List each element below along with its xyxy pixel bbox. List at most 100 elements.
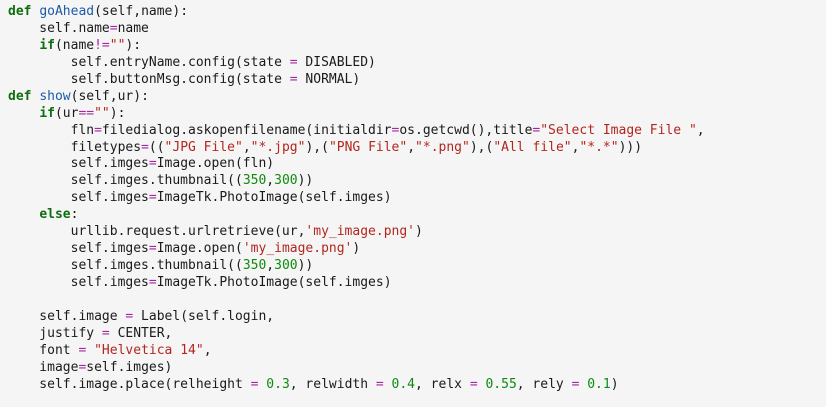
operator-token: =: [148, 241, 157, 257]
code-token: justify: [8, 325, 102, 341]
code-token: ),(: [305, 139, 329, 155]
code-editor[interactable]: def goAhead(self,name): self.name=name i…: [0, 0, 826, 407]
code-line: self.name=name: [8, 21, 826, 38]
code-token: ):: [125, 37, 142, 53]
blank-code-line: [8, 292, 826, 309]
keyword-token: else: [39, 207, 71, 223]
code-token: (self,name):: [94, 4, 189, 19]
code-token: urllib.request.urlretrieve(ur,: [8, 224, 306, 240]
code-token: ): [415, 224, 423, 240]
code-token: self.imges: [8, 241, 149, 257]
operator-token: =: [469, 376, 478, 392]
code-line: self.imges=Image.open('my_image.png'): [8, 241, 826, 258]
operator-token: =: [289, 54, 298, 70]
number-token: 0.3: [266, 376, 290, 392]
operator-token: =: [148, 190, 157, 206]
code-token: :: [70, 207, 79, 223]
operator-token: =: [141, 139, 149, 155]
string-token: "*.png": [415, 139, 470, 155]
code-token: font: [8, 342, 79, 358]
operator-token: ==: [78, 105, 95, 121]
code-token: NORMAL): [297, 71, 361, 87]
number-token: 0.1: [587, 376, 611, 392]
operator-token: =: [148, 275, 157, 290]
function-name-token: show: [39, 88, 71, 104]
keyword-token: if: [39, 37, 55, 53]
code-line: self.buttonMsg.config(state = NORMAL): [8, 72, 826, 89]
code-token: self.image: [8, 308, 126, 324]
code-line: self.imges=ImageTk.PhotoImage(self.imges…: [8, 190, 826, 207]
code-line: if(name!=""):: [8, 38, 826, 55]
code-token: )): [297, 173, 314, 189]
function-name-token: goAhead: [39, 4, 95, 19]
code-token: ),(: [469, 139, 494, 155]
number-token: 0.55: [485, 376, 517, 392]
code-token: self.imges: [8, 275, 149, 290]
string-token: 'my_image.png': [242, 241, 353, 257]
string-token: "All file": [493, 139, 572, 155]
code-token: self.imges: [8, 190, 149, 206]
code-token: DISABLED): [297, 54, 376, 70]
code-token: ): [352, 241, 361, 257]
string-token: "JPG File": [164, 139, 243, 155]
code-line: def goAhead(self,name):: [8, 4, 826, 21]
code-line: self.imges.thumbnail((350,300)): [8, 173, 826, 190]
code-token: self.entryName.config(state: [8, 54, 290, 70]
code-token: self.name: [8, 20, 110, 36]
code-token: , relwidth: [289, 376, 376, 392]
code-line: font = "Helvetica 14",: [8, 343, 826, 360]
code-token: self.imges): [86, 359, 173, 375]
keyword-token: def: [8, 4, 32, 19]
code-token: ImageTk.PhotoImage(self.imges): [156, 190, 392, 206]
code-line: fln=filedialog.askopenfilename(initialdi…: [8, 123, 826, 140]
keyword-token: if: [39, 105, 55, 121]
number-token: 300: [274, 173, 298, 189]
code-token: ,: [407, 139, 416, 155]
code-token: Image.open(: [156, 241, 243, 257]
code-token: self.imges: [8, 156, 149, 172]
code-token: ImageTk.PhotoImage(self.imges): [156, 275, 392, 290]
code-token: ))): [618, 139, 643, 155]
code-line: self.imges=Image.open(fln): [8, 156, 826, 173]
code-line: self.image = Label(self.login,: [8, 309, 826, 326]
code-token: ((: [148, 139, 165, 155]
code-token: , relx: [415, 376, 470, 392]
code-token: ): [610, 376, 619, 392]
code-token: (name: [54, 37, 95, 53]
code-token: Image.open(fln): [156, 156, 275, 172]
code-token: Label(self.login,: [133, 308, 275, 324]
code-token: self.imges.thumbnail((: [8, 258, 243, 274]
code-token: ):: [109, 105, 126, 121]
string-token: "*.jpg": [250, 139, 306, 155]
string-token: 'my_image.png': [305, 224, 415, 240]
code-token: ,: [266, 173, 275, 189]
number-token: 350: [242, 173, 267, 189]
string-token: "PNG File": [328, 139, 408, 155]
code-token: self.buttonMsg.config(state: [8, 71, 290, 87]
operator-token: =: [94, 122, 102, 138]
operator-token: =: [375, 376, 384, 392]
code-line: filetypes=(("JPG File","*.jpg"),("PNG Fi…: [8, 140, 826, 157]
code-token: name: [117, 20, 149, 36]
keyword-token: def: [8, 88, 32, 104]
code-line: if(ur==""):: [8, 106, 826, 123]
code-token: filedialog.askopenfilename(initialdir: [101, 122, 392, 138]
code-token: image: [8, 359, 79, 375]
string-token: "Helvetica 14": [94, 342, 204, 358]
code-token: )): [297, 258, 314, 274]
code-token: ,: [266, 258, 275, 274]
code-token: (self,ur):: [70, 88, 149, 104]
code-token: , rely: [516, 376, 572, 392]
code-line: self.imges.thumbnail((350,300)): [8, 258, 826, 275]
code-token: filetypes: [8, 139, 142, 155]
code-token: ,: [696, 122, 705, 138]
code-token: fln: [8, 122, 95, 138]
string-token: "": [109, 37, 126, 53]
operator-token: =: [101, 325, 110, 341]
number-token: 300: [274, 258, 298, 274]
code-token: ,: [242, 139, 251, 155]
code-line: self.image.place(relheight = 0.3, relwid…: [8, 377, 826, 394]
